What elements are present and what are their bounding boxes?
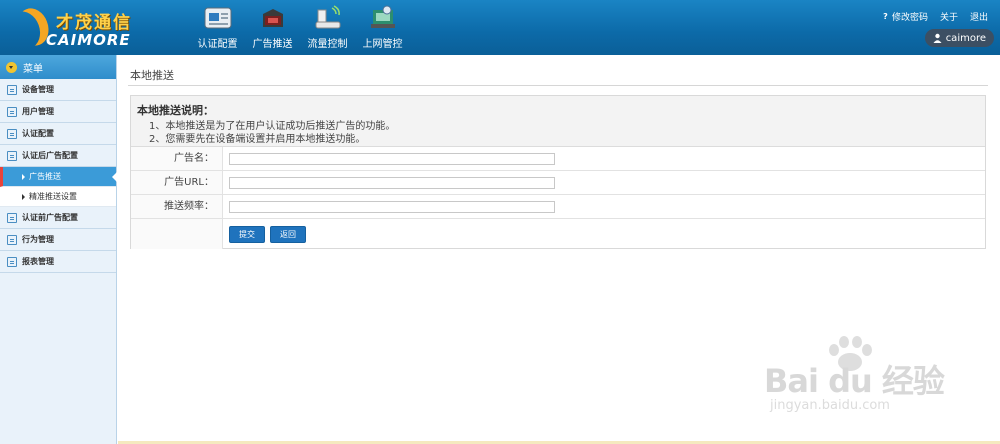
chat-icon (7, 256, 17, 267)
form-row-ad-name: 广告名： (131, 147, 985, 171)
push-frequency-label: 推送频率： (131, 195, 223, 218)
list-icon (7, 84, 17, 95)
nav-label: 流量控制 (307, 39, 348, 50)
user-icon (933, 33, 942, 43)
brand-en: CAIMORE (46, 31, 131, 49)
sidebar-subitem-ad-push[interactable]: 广告推送 (0, 167, 117, 187)
sidebar-item-label: 行为管理 (22, 235, 54, 244)
description-title: 本地推送说明： (137, 104, 214, 117)
form-row-actions: 提交 返回 (131, 219, 985, 249)
sidebar-item-behavior[interactable]: 行为管理 (0, 229, 116, 251)
nav-label: 上网管控 (362, 39, 403, 50)
change-password-label: 修改密码 (891, 13, 928, 23)
user-badge[interactable]: caimore (924, 29, 994, 47)
push-frequency-input[interactable] (229, 200, 555, 213)
chevron-down-icon (6, 61, 17, 73)
nav-label: 广告推送 (252, 39, 293, 50)
description-line: 2、您需要先在设备端设置并启用本地推送功能。 (149, 134, 366, 145)
form-row-ad-url: 广告URL： (131, 171, 985, 195)
nav-auth-config[interactable]: 认证配置 (190, 4, 245, 52)
auth-config-icon (204, 7, 231, 29)
edit-icon (7, 150, 17, 161)
ad-name-input[interactable] (229, 152, 555, 165)
edit-icon (7, 128, 17, 139)
ad-url-input[interactable] (229, 176, 555, 189)
sidebar-subitem-precise-push[interactable]: 精准推送设置 (0, 187, 116, 207)
top-links: ? 修改密码 关于 退出 (869, 10, 988, 23)
page-title: 本地推送 (130, 69, 174, 82)
sidebar-item-label: 用户管理 (22, 107, 54, 116)
ad-push-icon (262, 9, 283, 27)
watermark-text: Bai du 经验 (764, 362, 945, 400)
ad-url-label: 广告URL： (131, 171, 223, 194)
sidebar-item-post-auth-ads[interactable]: 认证后广告配置 (0, 145, 116, 167)
sidebar-subitem-label: 精准推送设置 (29, 192, 77, 201)
actions-spacer (131, 219, 223, 249)
back-button[interactable]: 返回 (270, 225, 306, 243)
top-nav: 认证配置 广告推送 流量控制 上网管控 (190, 4, 410, 52)
sidebar-item-auth-config[interactable]: 认证配置 (0, 123, 116, 145)
calendar-icon (7, 212, 17, 223)
menu-title: 菜单 (23, 63, 43, 75)
nav-label: 认证配置 (197, 39, 238, 50)
sidebar: 菜单 设备管理 用户管理 认证配置 认证后广告配置 广告推送 精准推送设置 认证… (0, 55, 117, 444)
brand-cn: 才茂通信 (56, 13, 132, 33)
chat-icon (7, 234, 17, 245)
top-header: 才茂通信 CAIMORE 认证配置 广告推送 流量控制 上网管控 ? 修改密码 … (0, 0, 1000, 55)
submit-button[interactable]: 提交 (229, 225, 265, 243)
caret-right-icon (22, 193, 25, 200)
traffic-control-icon (315, 5, 340, 29)
sidebar-item-label: 报表管理 (22, 257, 54, 266)
sidebar-item-label: 认证配置 (22, 129, 54, 138)
sidebar-item-label: 设备管理 (22, 85, 54, 94)
username: caimore (945, 32, 986, 44)
sidebar-item-label: 认证前广告配置 (22, 213, 78, 222)
description-line: 1、本地推送是为了在用户认证成功后推送广告的功能。 (149, 121, 396, 132)
caimore-logo: 才茂通信 CAIMORE (18, 4, 158, 50)
form-row-push-frequency: 推送频率： (131, 195, 985, 219)
menu-header[interactable]: 菜单 (0, 55, 116, 79)
description-box: 本地推送说明： 1、本地推送是为了在用户认证成功后推送广告的功能。 2、您需要先… (131, 96, 985, 147)
sidebar-item-users[interactable]: 用户管理 (0, 101, 116, 123)
baidu-watermark: Bai du 经验 jingyan.baidu.com (760, 336, 990, 426)
nav-ad-push[interactable]: 广告推送 (245, 4, 300, 52)
watermark-url: jingyan.baidu.com (770, 398, 890, 413)
sidebar-item-device[interactable]: 设备管理 (0, 79, 116, 101)
internet-control-icon (370, 5, 395, 28)
change-password-link[interactable]: ? 修改密码 (881, 10, 928, 23)
sidebar-item-label: 认证后广告配置 (22, 151, 78, 160)
chat-icon (7, 106, 17, 117)
nav-traffic-control[interactable]: 流量控制 (300, 4, 355, 52)
ad-name-label: 广告名： (131, 147, 223, 170)
about-link[interactable]: 关于 (940, 10, 958, 23)
caret-right-icon (22, 173, 25, 180)
sidebar-item-reports[interactable]: 报表管理 (0, 251, 116, 273)
title-divider (128, 85, 988, 86)
sidebar-item-pre-auth-ads[interactable]: 认证前广告配置 (0, 207, 116, 229)
sidebar-subitem-label: 广告推送 (29, 172, 61, 181)
help-icon: ? (883, 12, 888, 21)
push-form-panel: 本地推送说明： 1、本地推送是为了在用户认证成功后推送广告的功能。 2、您需要先… (130, 95, 986, 249)
logout-link[interactable]: 退出 (970, 10, 988, 23)
nav-internet-control[interactable]: 上网管控 (355, 4, 410, 52)
